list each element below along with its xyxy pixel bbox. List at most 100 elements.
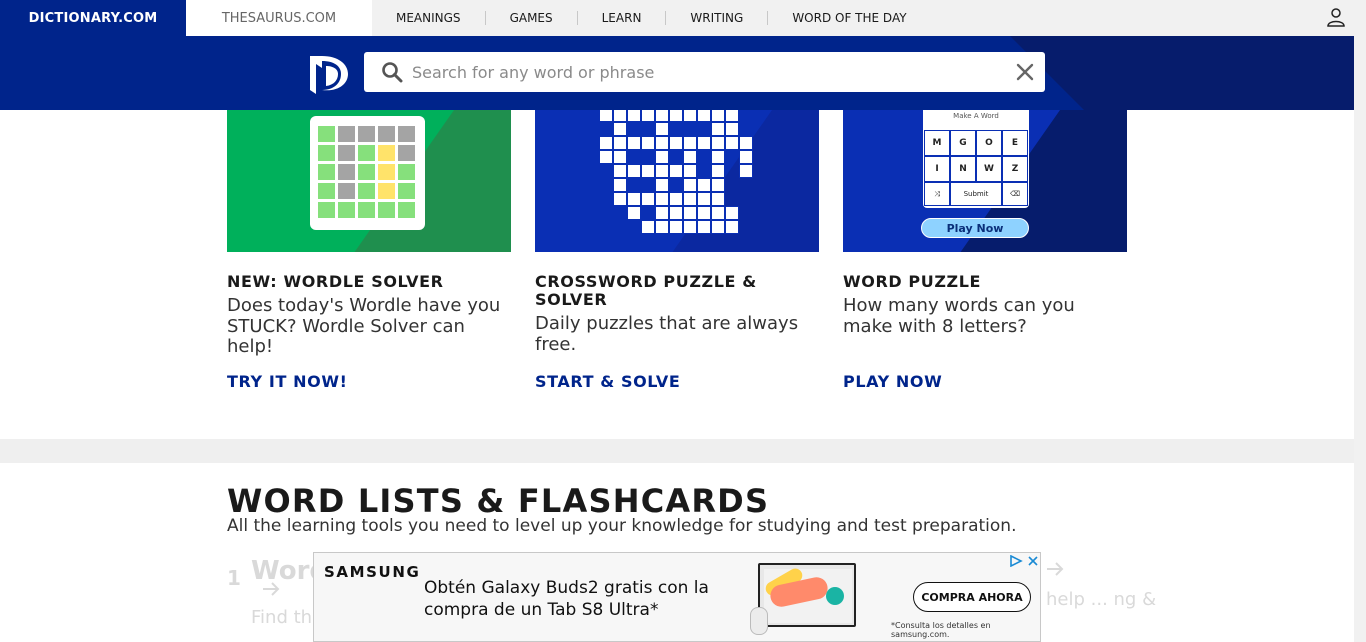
crossword-thumbnail[interactable] [535, 110, 819, 252]
play-now-button-graphic: Play Now [921, 218, 1029, 238]
crossword-cell [613, 122, 627, 136]
crossword-cell [739, 150, 753, 164]
word-puzzle-thumbnail[interactable]: Make A Word M G O E I N W Z ⤨ Submit ⌫ P… [843, 110, 1127, 252]
card-title[interactable]: WORD PUZZLE [843, 273, 1127, 291]
crossword-cell [683, 110, 697, 122]
puzzle-letter: E [1002, 130, 1028, 156]
crossword-cell [711, 110, 725, 122]
card-title[interactable]: CROSSWORD PUZZLE & SOLVER [535, 273, 819, 309]
crossword-cell [697, 178, 711, 192]
nav-item-meanings[interactable]: MEANINGS [372, 11, 486, 25]
crossword-cell [613, 192, 627, 206]
crossword-cell [669, 110, 683, 122]
puzzle-letter: W [976, 156, 1002, 182]
arrow-right-icon[interactable] [262, 580, 280, 598]
backspace-icon: ⌫ [1002, 182, 1028, 206]
crossword-cell [697, 220, 711, 234]
crossword-cell [613, 164, 627, 178]
card-description: How many words can you make with 8 lette… [843, 295, 1075, 337]
crossword-cell [655, 178, 669, 192]
nav-item-writing[interactable]: WRITING [666, 11, 769, 25]
arrow-right-icon[interactable] [1046, 560, 1064, 578]
word-lists-heading: WORD LISTS & FLASHCARDS [227, 482, 770, 520]
search-icon[interactable] [381, 61, 403, 83]
crossword-cell [683, 220, 697, 234]
wordle-board-graphic [310, 116, 425, 230]
crossword-cell [683, 192, 697, 206]
crossword-cell [655, 150, 669, 164]
nav-item-word-of-the-day[interactable]: WORD OF THE DAY [768, 11, 930, 25]
word-lists-subtitle: All the learning tools you need to level… [227, 516, 1017, 536]
crossword-cell [599, 110, 613, 122]
close-icon[interactable] [1026, 554, 1040, 568]
puzzle-letter: Z [1002, 156, 1028, 182]
ad-earbuds-image [750, 607, 768, 635]
crossword-cell [669, 192, 683, 206]
crossword-cell [655, 206, 669, 220]
crossword-cell [613, 150, 627, 164]
top-bar: DICTIONARY.COM THESAURUS.COM MEANINGS GA… [0, 0, 1354, 36]
puzzle-card-graphic: Make A Word M G O E I N W Z ⤨ Submit ⌫ [923, 110, 1029, 208]
crossword-cell [613, 136, 627, 150]
crossword-cell [627, 110, 641, 122]
puzzle-controls: ⤨ Submit ⌫ [924, 182, 1028, 206]
top-nav: MEANINGS GAMES LEARN WRITING WORD OF THE… [372, 0, 931, 36]
header [0, 36, 1354, 110]
crossword-cell [655, 220, 669, 234]
crossword-cell [669, 164, 683, 178]
try-it-now-link[interactable]: TRY IT NOW! [227, 372, 348, 391]
crossword-cell [627, 136, 641, 150]
puzzle-letter: O [976, 130, 1002, 156]
tab-thesaurus[interactable]: THESAURUS.COM [186, 0, 372, 36]
card-title[interactable]: NEW: WORDLE SOLVER [227, 273, 511, 291]
ad-tablet-image [758, 563, 856, 627]
wordle-thumbnail[interactable] [227, 110, 511, 252]
crossword-cell [697, 110, 711, 122]
ad-choices-icon[interactable] [1009, 555, 1023, 567]
scrollbar[interactable] [1354, 0, 1366, 642]
crossword-cell [683, 136, 697, 150]
crossword-cell [711, 150, 725, 164]
crossword-cell [711, 178, 725, 192]
crossword-cell [697, 192, 711, 206]
dictionary-logo-icon[interactable] [308, 52, 348, 94]
clear-search-icon[interactable] [1015, 62, 1035, 82]
section-separator [0, 439, 1354, 463]
crossword-cell [599, 136, 613, 150]
crossword-cell [613, 110, 627, 122]
crossword-cell [711, 164, 725, 178]
crossword-cell [655, 122, 669, 136]
start-and-solve-link[interactable]: START & SOLVE [535, 372, 680, 391]
crossword-cell [711, 220, 725, 234]
puzzle-submit-label: Submit [950, 182, 1002, 206]
advertisement-banner[interactable]: SAMSUNG Obtén Galaxy Buds2 gratis con la… [313, 552, 1041, 642]
puzzle-letter: I [924, 156, 950, 182]
crossword-cell [725, 122, 739, 136]
card-word-puzzle: Make A Word M G O E I N W Z ⤨ Submit ⌫ P… [843, 110, 1127, 391]
ad-cta-button[interactable]: COMPRA AHORA [913, 582, 1031, 612]
user-icon[interactable] [1326, 7, 1346, 27]
search-input[interactable] [412, 52, 1002, 92]
list-item-number: 1 [227, 566, 241, 590]
crossword-cell [711, 192, 725, 206]
crossword-cell [683, 178, 697, 192]
list-item-description-right: help ... ng & [1046, 589, 1157, 610]
card-crossword: CROSSWORD PUZZLE & SOLVER Daily puzzles … [535, 110, 819, 391]
tab-dictionary[interactable]: DICTIONARY.COM [0, 0, 186, 36]
crossword-cell [669, 220, 683, 234]
crossword-cell [655, 164, 669, 178]
crossword-cell [627, 164, 641, 178]
card-description: Does today's Wordle have you STUCK? Word… [227, 295, 501, 357]
crossword-cell [613, 178, 627, 192]
crossword-cell [655, 136, 669, 150]
nav-item-learn[interactable]: LEARN [578, 11, 667, 25]
crossword-cell [641, 220, 655, 234]
puzzle-label: Make A Word [953, 112, 999, 120]
nav-item-games[interactable]: GAMES [486, 11, 578, 25]
play-now-link[interactable]: PLAY NOW [843, 372, 942, 391]
crossword-cell [711, 136, 725, 150]
crossword-cell [711, 206, 725, 220]
crossword-cell [711, 122, 725, 136]
card-wordle-solver: NEW: WORDLE SOLVER Does today's Wordle h… [227, 110, 511, 391]
crossword-cell [725, 220, 739, 234]
